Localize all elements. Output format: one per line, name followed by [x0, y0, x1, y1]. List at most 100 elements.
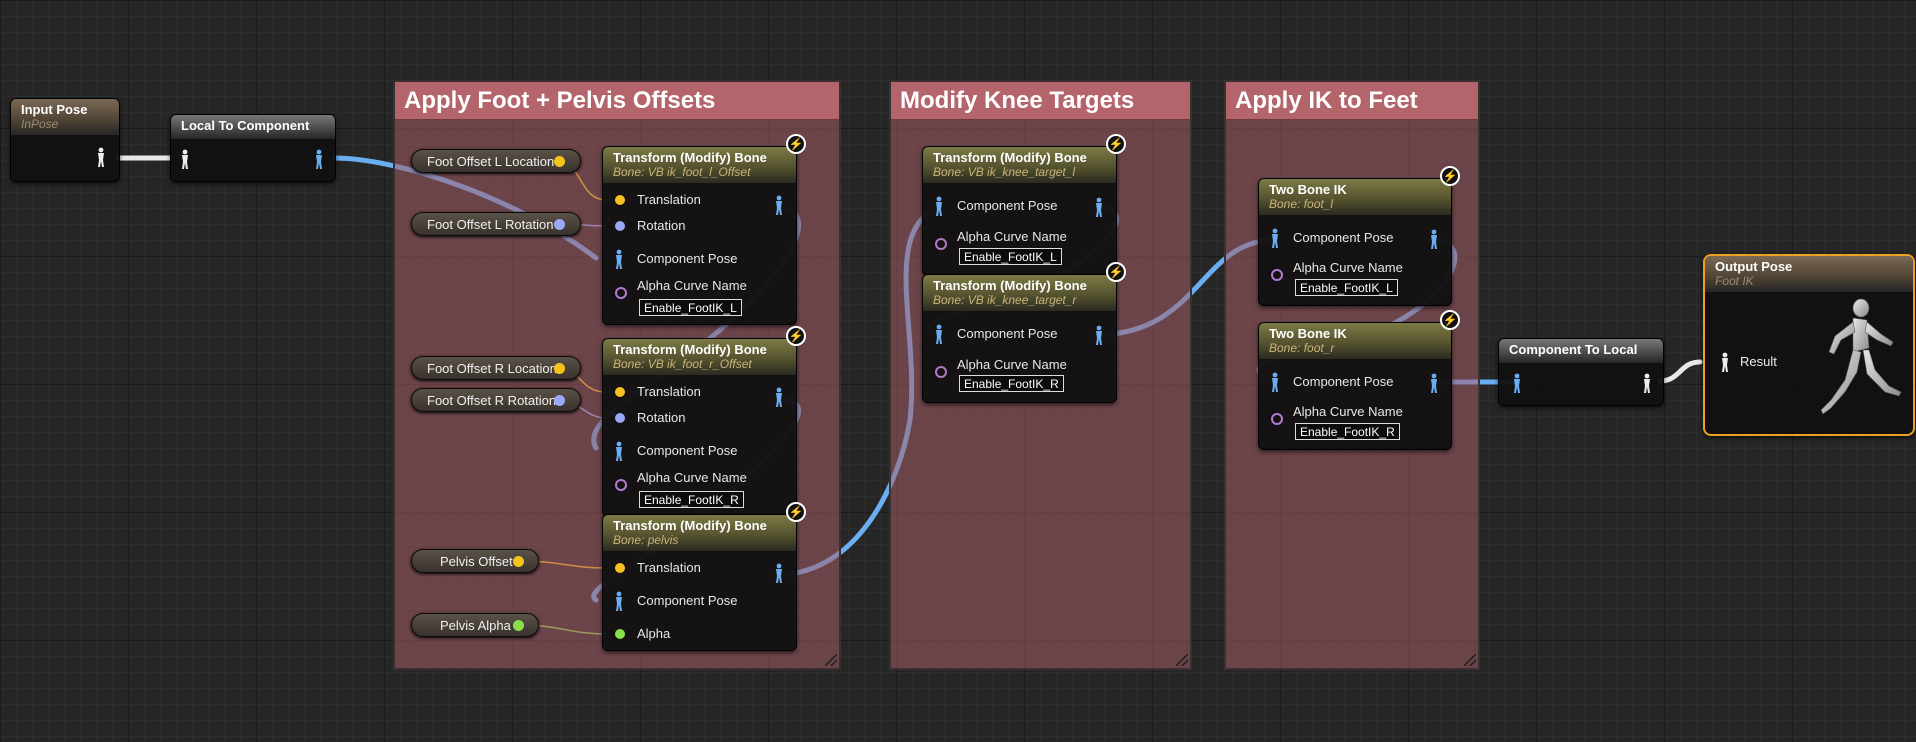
pose-output-icon[interactable] — [1093, 197, 1105, 217]
node-title: Output Pose — [1715, 259, 1793, 274]
var-foot-offset-l-rotation[interactable]: Foot Offset L Rotation — [411, 212, 581, 236]
alpha-curve-field[interactable]: Enable_FootIK_L — [959, 248, 1062, 265]
var-label: Foot Offset R Rotation — [427, 393, 557, 408]
lightning-icon: ⚡ — [1106, 262, 1126, 282]
resize-handle[interactable] — [825, 654, 837, 666]
rotator-pin[interactable] — [554, 395, 565, 406]
pin-translation[interactable]: Translation — [613, 557, 786, 579]
node-bone: Bone: foot_r — [1269, 341, 1335, 355]
transform-bone-knee-r-node[interactable]: Transform (Modify) Bone Bone: VB ik_knee… — [922, 274, 1117, 403]
var-foot-offset-r-rotation[interactable]: Foot Offset R Rotation — [411, 388, 581, 412]
float-pin[interactable] — [513, 620, 524, 631]
two-bone-ik-l-node[interactable]: Two Bone IK Bone: foot_l Component Pose … — [1258, 178, 1452, 306]
pose-input-icon[interactable] — [933, 196, 945, 216]
pin-translation[interactable]: Translation — [613, 189, 786, 211]
pose-output-icon[interactable] — [1093, 325, 1105, 345]
pin-component-pose[interactable]: Component Pose — [933, 323, 1106, 345]
node-title: Two Bone IK — [1269, 182, 1347, 197]
transform-bone-pelvis-node[interactable]: Transform (Modify) Bone Bone: pelvis Tra… — [602, 514, 797, 651]
pin-rotation[interactable]: Rotation — [613, 215, 786, 237]
var-foot-offset-l-location[interactable]: Foot Offset L Location — [411, 149, 581, 173]
node-header: Transform (Modify) Bone Bone: VB ik_knee… — [923, 147, 1116, 183]
node-title: Transform (Modify) Bone — [933, 278, 1087, 293]
rotator-pin[interactable] — [615, 413, 625, 423]
pin-alpha[interactable]: Alpha — [613, 623, 786, 645]
two-bone-ik-r-node[interactable]: Two Bone IK Bone: foot_r Component Pose … — [1258, 322, 1452, 450]
name-pin[interactable] — [935, 366, 947, 378]
alpha-curve-field[interactable]: Enable_FootIK_R — [639, 491, 744, 508]
comment-title[interactable]: Apply Foot + Pelvis Offsets — [395, 82, 839, 120]
pose-output-icon[interactable] — [773, 387, 785, 407]
pin-label: Alpha Curve Name — [1293, 404, 1403, 419]
mannequin-icon — [1820, 298, 1902, 415]
resize-handle[interactable] — [1176, 654, 1188, 666]
pose-input-icon[interactable] — [613, 249, 625, 269]
comment-title[interactable]: Apply IK to Feet — [1226, 82, 1478, 120]
alpha-curve-field[interactable]: Enable_FootIK_R — [1295, 423, 1400, 440]
pin-component-pose[interactable]: Component Pose — [613, 440, 786, 462]
pose-output-icon[interactable] — [1641, 373, 1653, 393]
vector-pin[interactable] — [615, 387, 625, 397]
pin-component-pose[interactable]: Component Pose — [1269, 227, 1441, 249]
var-foot-offset-r-location[interactable]: Foot Offset R Location — [411, 356, 581, 380]
pin-component-pose[interactable]: Component Pose — [613, 248, 786, 270]
node-header: Input Pose InPose — [11, 99, 119, 135]
pose-output-icon[interactable] — [313, 149, 325, 169]
transform-bone-foot-l-node[interactable]: Transform (Modify) Bone Bone: VB ik_foot… — [602, 146, 797, 325]
pose-input-icon[interactable] — [613, 441, 625, 461]
pin-label: Alpha Curve Name — [637, 278, 747, 293]
lightning-icon: ⚡ — [1440, 310, 1460, 330]
pin-translation[interactable]: Translation — [613, 381, 786, 403]
var-pelvis-alpha[interactable]: Pelvis Alpha — [411, 613, 539, 637]
pose-output-icon[interactable] — [773, 195, 785, 215]
pose-output-icon[interactable] — [1428, 229, 1440, 249]
resize-handle[interactable] — [1464, 654, 1476, 666]
output-pose-node[interactable]: Output Pose Foot IK Result — [1703, 254, 1915, 436]
rotator-pin[interactable] — [554, 219, 565, 230]
transform-bone-knee-l-node[interactable]: Transform (Modify) Bone Bone: VB ik_knee… — [922, 146, 1117, 276]
transform-bone-foot-r-node[interactable]: Transform (Modify) Bone Bone: VB ik_foot… — [602, 338, 797, 517]
pin-label: Rotation — [637, 410, 686, 425]
name-pin[interactable] — [615, 287, 627, 299]
pose-input-icon[interactable] — [1269, 372, 1281, 392]
pose-input-icon[interactable] — [933, 324, 945, 344]
pose-output-icon[interactable] — [773, 563, 785, 583]
pin-component-pose[interactable]: Component Pose — [1269, 371, 1441, 393]
vector-pin[interactable] — [554, 363, 565, 374]
alpha-curve-field[interactable]: Enable_FootIK_R — [959, 375, 1064, 392]
var-pelvis-offset[interactable]: Pelvis Offset — [411, 549, 539, 573]
rotator-pin[interactable] — [615, 221, 625, 231]
name-pin[interactable] — [1271, 269, 1283, 281]
name-pin[interactable] — [935, 238, 947, 250]
pose-output-icon[interactable] — [1428, 373, 1440, 393]
alpha-curve-field[interactable]: Enable_FootIK_L — [639, 299, 742, 316]
node-bone: Bone: foot_l — [1269, 197, 1334, 211]
local-to-component-node[interactable]: Local To Component — [170, 114, 336, 182]
pose-input-icon[interactable] — [613, 591, 625, 611]
node-header: Local To Component — [171, 115, 335, 139]
component-to-local-node[interactable]: Component To Local — [1498, 338, 1664, 406]
pin-component-pose[interactable]: Component Pose — [613, 590, 786, 612]
vector-pin[interactable] — [554, 156, 565, 167]
name-pin[interactable] — [615, 479, 627, 491]
pose-input-icon[interactable] — [1719, 352, 1731, 372]
float-pin[interactable] — [615, 629, 625, 639]
var-label: Foot Offset L Rotation — [427, 217, 554, 232]
name-pin[interactable] — [1271, 413, 1283, 425]
pose-input-icon[interactable] — [1269, 228, 1281, 248]
pin-label: Component Pose — [637, 443, 738, 458]
node-bone: Bone: VB ik_knee_target_l — [933, 165, 1076, 179]
pin-rotation[interactable]: Rotation — [613, 407, 786, 429]
pose-input-icon[interactable] — [179, 149, 191, 169]
pose-output-icon[interactable] — [95, 147, 107, 167]
vector-pin[interactable] — [615, 195, 625, 205]
pose-input-icon[interactable] — [1511, 373, 1523, 393]
input-pose-node[interactable]: Input Pose InPose — [10, 98, 120, 182]
comment-title[interactable]: Modify Knee Targets — [891, 82, 1190, 120]
vector-pin[interactable] — [513, 556, 524, 567]
alpha-curve-field[interactable]: Enable_FootIK_L — [1295, 279, 1398, 296]
node-title: Local To Component — [181, 118, 310, 133]
pin-component-pose[interactable]: Component Pose — [933, 195, 1106, 217]
vector-pin[interactable] — [615, 563, 625, 573]
node-title: Component To Local — [1509, 342, 1638, 357]
